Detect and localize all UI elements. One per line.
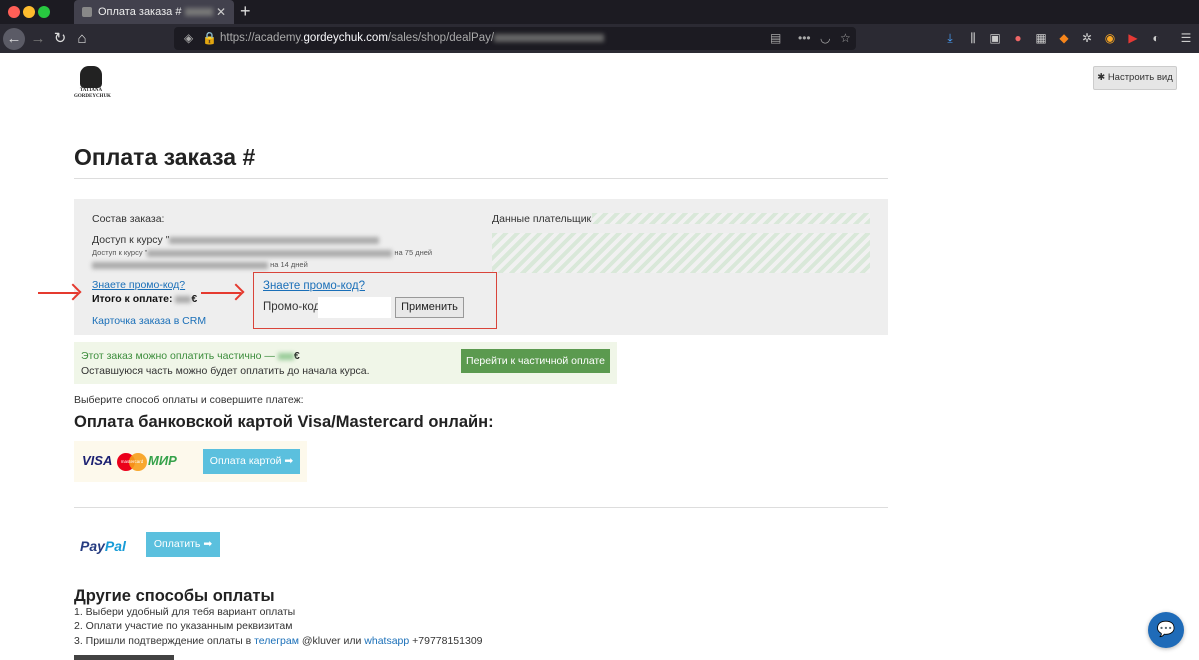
tracking-shield-icon[interactable]: ◈ bbox=[184, 27, 193, 50]
other-methods-heading: Другие способы оплаты bbox=[74, 587, 275, 605]
course-access-line: Доступ к курсу " bbox=[92, 234, 380, 246]
payer-data-redacted bbox=[592, 213, 870, 224]
promo-code-label: Промо-код bbox=[263, 301, 321, 313]
visa-logo: VISA bbox=[82, 453, 113, 468]
url-path: /sales/shop/dealPay/ bbox=[387, 32, 495, 44]
whatsapp-link[interactable]: whatsapp bbox=[364, 635, 409, 647]
maximize-window-icon[interactable] bbox=[38, 6, 50, 18]
other-step-2: 2. Оплати участие по указанным реквизита… bbox=[74, 620, 293, 632]
partial-payment-line-2: Оставшуюся часть можно будет оплатить до… bbox=[81, 365, 370, 377]
page-title: Оплата заказа # bbox=[74, 144, 256, 170]
card-payment-heading: Оплата банковской картой Visa/Mastercard… bbox=[74, 413, 494, 431]
logo-line-2: GORDEYCHUK bbox=[74, 94, 111, 99]
total-currency: € bbox=[191, 293, 198, 305]
course-detail-redacted-2 bbox=[92, 261, 268, 269]
payer-details-redacted bbox=[492, 233, 870, 273]
crm-order-card-link[interactable]: Карточка заказа в CRM bbox=[92, 315, 206, 327]
customize-view-button[interactable]: ✱ Настроить вид bbox=[1093, 66, 1177, 90]
url-redacted bbox=[494, 33, 605, 42]
partial-payment-button[interactable]: Перейти к частичной оплате bbox=[461, 349, 610, 373]
paypal-logo: PayPal bbox=[80, 538, 126, 554]
url-domain: gordeychuk.com bbox=[303, 32, 388, 44]
divider bbox=[74, 178, 888, 179]
pocket-icon[interactable]: ◡ bbox=[820, 27, 830, 50]
lock-icon[interactable]: 🔒 bbox=[202, 27, 217, 50]
puzzle-icon: ✱ bbox=[1097, 72, 1106, 83]
divider-2 bbox=[74, 507, 888, 508]
minimize-window-icon[interactable] bbox=[23, 6, 35, 18]
course-duration-14: на 14 дней bbox=[270, 260, 308, 269]
paypal-logo-part-1: Pay bbox=[80, 538, 105, 554]
tab-title-redacted bbox=[184, 8, 213, 17]
customize-view-label: Настроить вид bbox=[1107, 72, 1173, 83]
close-tab-icon[interactable]: ✕ bbox=[216, 0, 226, 24]
browser-navbar: ← → ↻ ⌂ ◈ 🔒 https://academy.gordeychuk.c… bbox=[0, 24, 1199, 53]
reload-icon[interactable]: ↻ bbox=[49, 28, 71, 50]
telegram-link[interactable]: телеграм bbox=[254, 635, 299, 647]
extension-1-icon[interactable]: ● bbox=[1008, 28, 1028, 48]
extension-5-icon[interactable]: ◐ bbox=[1146, 28, 1166, 48]
course-duration-75: на 75 дней bbox=[394, 248, 433, 257]
extension-3-icon[interactable]: ✲ bbox=[1077, 28, 1097, 48]
partial-amount-redacted bbox=[277, 352, 294, 360]
payer-data-label: Данные плательщика: bbox=[492, 213, 601, 225]
order-contents-label: Состав заказа: bbox=[92, 213, 165, 225]
address-bar[interactable]: ◈ 🔒 https://academy.gordeychuk.com/sales… bbox=[174, 27, 856, 50]
mir-logo: МИР bbox=[148, 453, 177, 468]
annotation-arrow-1 bbox=[38, 292, 78, 294]
choose-method-text: Выберите способ оплаты и совершите плате… bbox=[74, 394, 304, 406]
course-access-prefix: Доступ к курсу " bbox=[92, 234, 170, 246]
reader-view-icon[interactable]: ▤ bbox=[770, 27, 781, 50]
apply-promo-button[interactable]: Применить bbox=[395, 297, 464, 318]
library-icon[interactable]: ⫼ bbox=[963, 28, 983, 48]
site-logo[interactable]: TATIANA GORDEYCHUK bbox=[74, 66, 111, 104]
paypal-logo-part-2: Pal bbox=[104, 538, 126, 554]
course-detail-redacted bbox=[147, 249, 393, 257]
mastercard-logo-text: mastercard bbox=[120, 459, 144, 464]
browser-titlebar: Оплата заказа # ✕ + bbox=[0, 0, 1199, 24]
favicon-icon bbox=[82, 7, 92, 17]
promo-code-input[interactable] bbox=[318, 297, 391, 318]
downloads-icon[interactable]: ⤓ bbox=[940, 28, 960, 48]
telegram-handle: @kluver или bbox=[301, 635, 362, 647]
next-heading-cut-off bbox=[74, 655, 174, 660]
extension-2-icon[interactable]: ▦ bbox=[1031, 28, 1051, 48]
annotation-arrow-2 bbox=[201, 292, 241, 294]
page-actions-icon[interactable]: ••• bbox=[798, 27, 811, 50]
partial-currency: € bbox=[293, 350, 300, 362]
other-step-3-text: 3. Пришли подтверждение оплаты в bbox=[74, 635, 252, 647]
other-step-1: 1. Выбери удобный для тебя вариант оплат… bbox=[74, 606, 296, 618]
total-amount-redacted bbox=[175, 295, 192, 303]
course-name-redacted bbox=[169, 236, 380, 244]
close-window-icon[interactable] bbox=[8, 6, 20, 18]
logo-emblem-icon bbox=[80, 66, 102, 88]
phone-number: +79778151309 bbox=[412, 635, 483, 647]
total-label: Итого к оплате: bbox=[92, 293, 173, 305]
chat-bubble-icon[interactable]: 💬 bbox=[1148, 612, 1184, 648]
metamask-icon[interactable]: ◆ bbox=[1054, 28, 1074, 48]
total-line: Итого к оплате: € bbox=[92, 293, 197, 305]
browser-tab[interactable]: Оплата заказа # ✕ bbox=[74, 0, 234, 24]
home-icon[interactable]: ⌂ bbox=[71, 28, 93, 50]
menu-icon[interactable]: ☰ bbox=[1176, 28, 1196, 48]
partial-payment-text: Этот заказ можно оплатить частично — bbox=[81, 350, 275, 362]
pay-by-card-button[interactable]: Оплата картой ➡ bbox=[203, 449, 300, 474]
partial-payment-line-1: Этот заказ можно оплатить частично — € bbox=[81, 350, 300, 362]
sidebar-icon[interactable]: ▣ bbox=[985, 28, 1005, 48]
youtube-extension-icon[interactable]: ▶ bbox=[1123, 28, 1143, 48]
forward-icon[interactable]: → bbox=[27, 28, 49, 50]
extension-4-icon[interactable]: ◉ bbox=[1100, 28, 1120, 48]
new-tab-icon[interactable]: + bbox=[240, 1, 251, 22]
tab-title: Оплата заказа # bbox=[98, 6, 182, 18]
course-access-detail-2: на 14 дней bbox=[92, 260, 308, 269]
paypal-pay-button[interactable]: Оплатить ➡ bbox=[146, 532, 220, 557]
promo-code-link[interactable]: Знаете промо-код? bbox=[92, 279, 185, 291]
course-access-detail-1: Доступ к курсу " на 75 дней bbox=[92, 248, 432, 257]
url-prefix: https://academy. bbox=[220, 32, 304, 44]
bookmark-star-icon[interactable]: ☆ bbox=[840, 27, 851, 50]
course-detail-prefix: Доступ к курсу " bbox=[92, 248, 148, 257]
other-step-3: 3. Пришли подтверждение оплаты в телегра… bbox=[74, 635, 483, 647]
promo-code-popup-link[interactable]: Знаете промо-код? bbox=[263, 280, 365, 292]
back-icon[interactable]: ← bbox=[3, 28, 25, 50]
